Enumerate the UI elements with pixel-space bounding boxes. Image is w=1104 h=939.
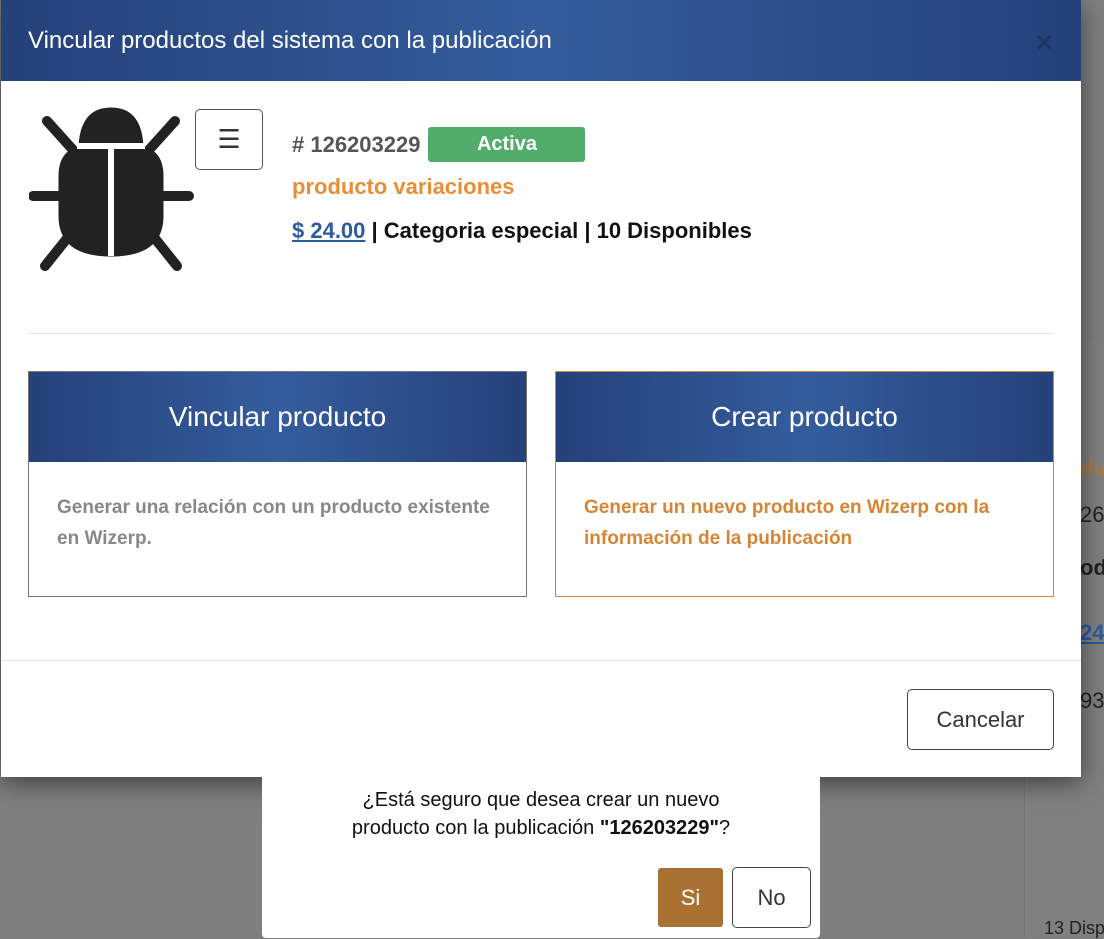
card-description: Generar un nuevo producto en Wizerp con … (584, 497, 990, 549)
divider (28, 333, 1054, 334)
product-info: # 126203229 Activa producto variaciones $… (292, 127, 752, 244)
card-title: Vincular producto (29, 372, 526, 462)
create-product-card[interactable]: Crear producto Generar un nuevo producto… (555, 371, 1054, 597)
bg-fragment: du (1080, 455, 1104, 480)
hamburger-icon: ☰ (217, 124, 241, 154)
card-title: Crear producto (556, 372, 1053, 462)
confirm-message-line1: ¿Está seguro que desea crear un nuevo (362, 789, 720, 811)
bg-fragment: 13 Disp (1044, 918, 1104, 938)
confirm-message-end: ? (718, 817, 731, 839)
product-details: | Categoria especial | 10 Disponibles (365, 218, 752, 243)
bg-fragment: 24 (1080, 620, 1104, 645)
bg-fragment: 93 (1080, 688, 1104, 713)
link-products-modal: Vincular productos del sistema con la pu… (1, 0, 1081, 777)
card-description: Generar una relación con un producto exi… (57, 497, 490, 549)
status-badge: Activa (428, 127, 586, 162)
bg-fragment: odu (1080, 555, 1104, 580)
yes-button[interactable]: Si (658, 868, 723, 927)
link-product-card[interactable]: Vincular producto Generar una relación c… (28, 371, 527, 597)
price-link[interactable]: $ 24.00 (292, 218, 365, 243)
modal-header: Vincular productos del sistema con la pu… (1, 0, 1081, 81)
bug-icon (29, 107, 194, 271)
divider (1, 660, 1081, 661)
menu-button[interactable]: ☰ (195, 109, 263, 170)
modal-title: Vincular productos del sistema con la pu… (28, 26, 552, 54)
confirm-publication-id: "126203229" (599, 817, 719, 839)
confirm-dialog: ¿Está seguro que desea crear un nuevo pro… (262, 763, 820, 938)
cancel-button[interactable]: Cancelar (907, 689, 1054, 750)
confirm-message-line2: producto con la publicación (351, 817, 600, 839)
product-name: producto variaciones (292, 174, 515, 199)
no-button[interactable]: No (732, 867, 811, 928)
bg-fragment: 26 (1080, 502, 1104, 527)
product-id: # 126203229 (292, 131, 421, 157)
close-icon[interactable]: × (1035, 26, 1053, 60)
